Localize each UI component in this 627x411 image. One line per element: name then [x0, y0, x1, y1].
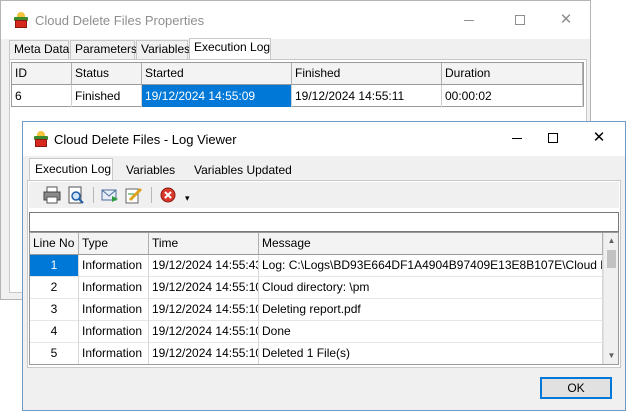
table-row-time[interactable]: 19/12/2024 14:55:10 — [149, 277, 259, 299]
table-row-time[interactable]: 19/12/2024 14:55:43 — [149, 255, 259, 277]
scroll-thumb[interactable] — [607, 250, 616, 268]
print-preview-icon[interactable] — [67, 186, 85, 204]
maximize-icon — [548, 133, 558, 144]
cell-id[interactable]: 6 — [12, 85, 72, 107]
filter-input[interactable] — [29, 212, 619, 232]
app-icon — [13, 12, 29, 28]
ok-button[interactable]: OK — [540, 377, 612, 399]
column-header-line-no[interactable]: Line No — [30, 233, 79, 255]
column-header-started[interactable]: Started — [142, 63, 292, 85]
toolbar-separator — [151, 187, 152, 203]
column-header-time[interactable]: Time — [149, 233, 259, 255]
log-viewer-window: Cloud Delete Files - Log Viewer ✕ Execut… — [22, 121, 626, 411]
cell-status[interactable]: Finished — [72, 85, 142, 107]
table-row-line-no[interactable]: 4 — [30, 321, 79, 343]
tab-execution-log[interactable]: Execution Log — [29, 158, 113, 180]
table-row-type[interactable]: Information — [79, 343, 149, 364]
close-button[interactable]: ✕ — [551, 9, 581, 31]
column-header-status[interactable]: Status — [72, 63, 142, 85]
log-grid[interactable]: Line No Type Time Message 1 Information … — [29, 232, 619, 365]
table-row-time[interactable]: 19/12/2024 14:55:10 — [149, 343, 259, 364]
table-row-message[interactable]: Deleted 1 File(s) — [259, 343, 603, 364]
table-row-type[interactable]: Information — [79, 255, 149, 277]
tab-variables-updated[interactable]: Variables Updated — [189, 160, 293, 180]
properties-title: Cloud Delete Files Properties — [35, 13, 205, 28]
log-viewer-titlebar[interactable]: Cloud Delete Files - Log Viewer ✕ — [23, 122, 625, 156]
column-header-id[interactable]: ID — [12, 63, 72, 85]
table-row-message[interactable]: Done — [259, 321, 603, 343]
cell-finished[interactable]: 19/12/2024 14:55:11 — [292, 85, 442, 107]
close-button[interactable]: ✕ — [584, 127, 614, 149]
tab-parameters[interactable]: Parameters — [70, 40, 137, 59]
table-row-line-no[interactable]: 1 — [30, 255, 79, 277]
dropdown-arrow-icon[interactable]: ▾ — [185, 192, 190, 204]
maximize-icon — [515, 15, 525, 26]
minimize-button[interactable] — [502, 127, 532, 149]
maximize-button[interactable] — [538, 127, 568, 149]
minimize-icon — [512, 137, 522, 139]
toolbar-separator — [93, 187, 94, 203]
scroll-up-icon[interactable]: ▲ — [604, 233, 618, 249]
column-header-finished[interactable]: Finished — [292, 63, 442, 85]
execution-grid[interactable]: ID Status Started Finished Duration 6 Fi… — [11, 62, 584, 107]
column-header-duration[interactable]: Duration — [442, 63, 583, 85]
close-icon: ✕ — [559, 11, 573, 28]
table-row-line-no[interactable]: 5 — [30, 343, 79, 364]
tab-execution-log[interactable]: Execution Log — [189, 38, 271, 60]
vertical-scrollbar[interactable]: ▲ ▼ — [603, 233, 618, 364]
table-row-line-no[interactable]: 2 — [30, 277, 79, 299]
app-icon — [33, 131, 49, 147]
log-toolbar: ▾ — [29, 182, 619, 208]
table-row-message[interactable]: Deleting report.pdf — [259, 299, 603, 321]
table-row-message[interactable]: Log: C:\Logs\BD93E664DF1A4904B97409E13E8… — [259, 255, 603, 277]
column-header-message[interactable]: Message — [259, 233, 603, 255]
table-row-time[interactable]: 19/12/2024 14:55:10 — [149, 321, 259, 343]
tab-meta-data[interactable]: Meta Data — [9, 40, 69, 59]
cell-started[interactable]: 19/12/2024 14:55:09 — [142, 85, 292, 107]
table-row-line-no[interactable]: 3 — [30, 299, 79, 321]
email-icon[interactable] — [101, 186, 119, 204]
table-row-message[interactable]: Cloud directory: \pm — [259, 277, 603, 299]
column-header-type[interactable]: Type — [79, 233, 149, 255]
cell-duration[interactable]: 00:00:02 — [442, 85, 583, 107]
minimize-icon — [464, 19, 474, 21]
minimize-button[interactable] — [454, 9, 484, 31]
tab-variables[interactable]: Variables — [136, 40, 190, 59]
close-icon: ✕ — [592, 129, 606, 146]
edit-icon[interactable] — [125, 186, 143, 204]
scroll-down-icon[interactable]: ▼ — [604, 348, 618, 364]
table-row-type[interactable]: Information — [79, 299, 149, 321]
log-viewer-title: Cloud Delete Files - Log Viewer — [54, 132, 237, 147]
stop-icon[interactable] — [159, 186, 177, 204]
print-icon[interactable] — [43, 186, 61, 204]
table-row-time[interactable]: 19/12/2024 14:55:10 — [149, 299, 259, 321]
maximize-button[interactable] — [505, 9, 535, 31]
tab-variables[interactable]: Variables — [121, 160, 181, 180]
table-row-type[interactable]: Information — [79, 321, 149, 343]
properties-titlebar[interactable]: Cloud Delete Files Properties ✕ — [1, 1, 590, 39]
table-row-type[interactable]: Information — [79, 277, 149, 299]
